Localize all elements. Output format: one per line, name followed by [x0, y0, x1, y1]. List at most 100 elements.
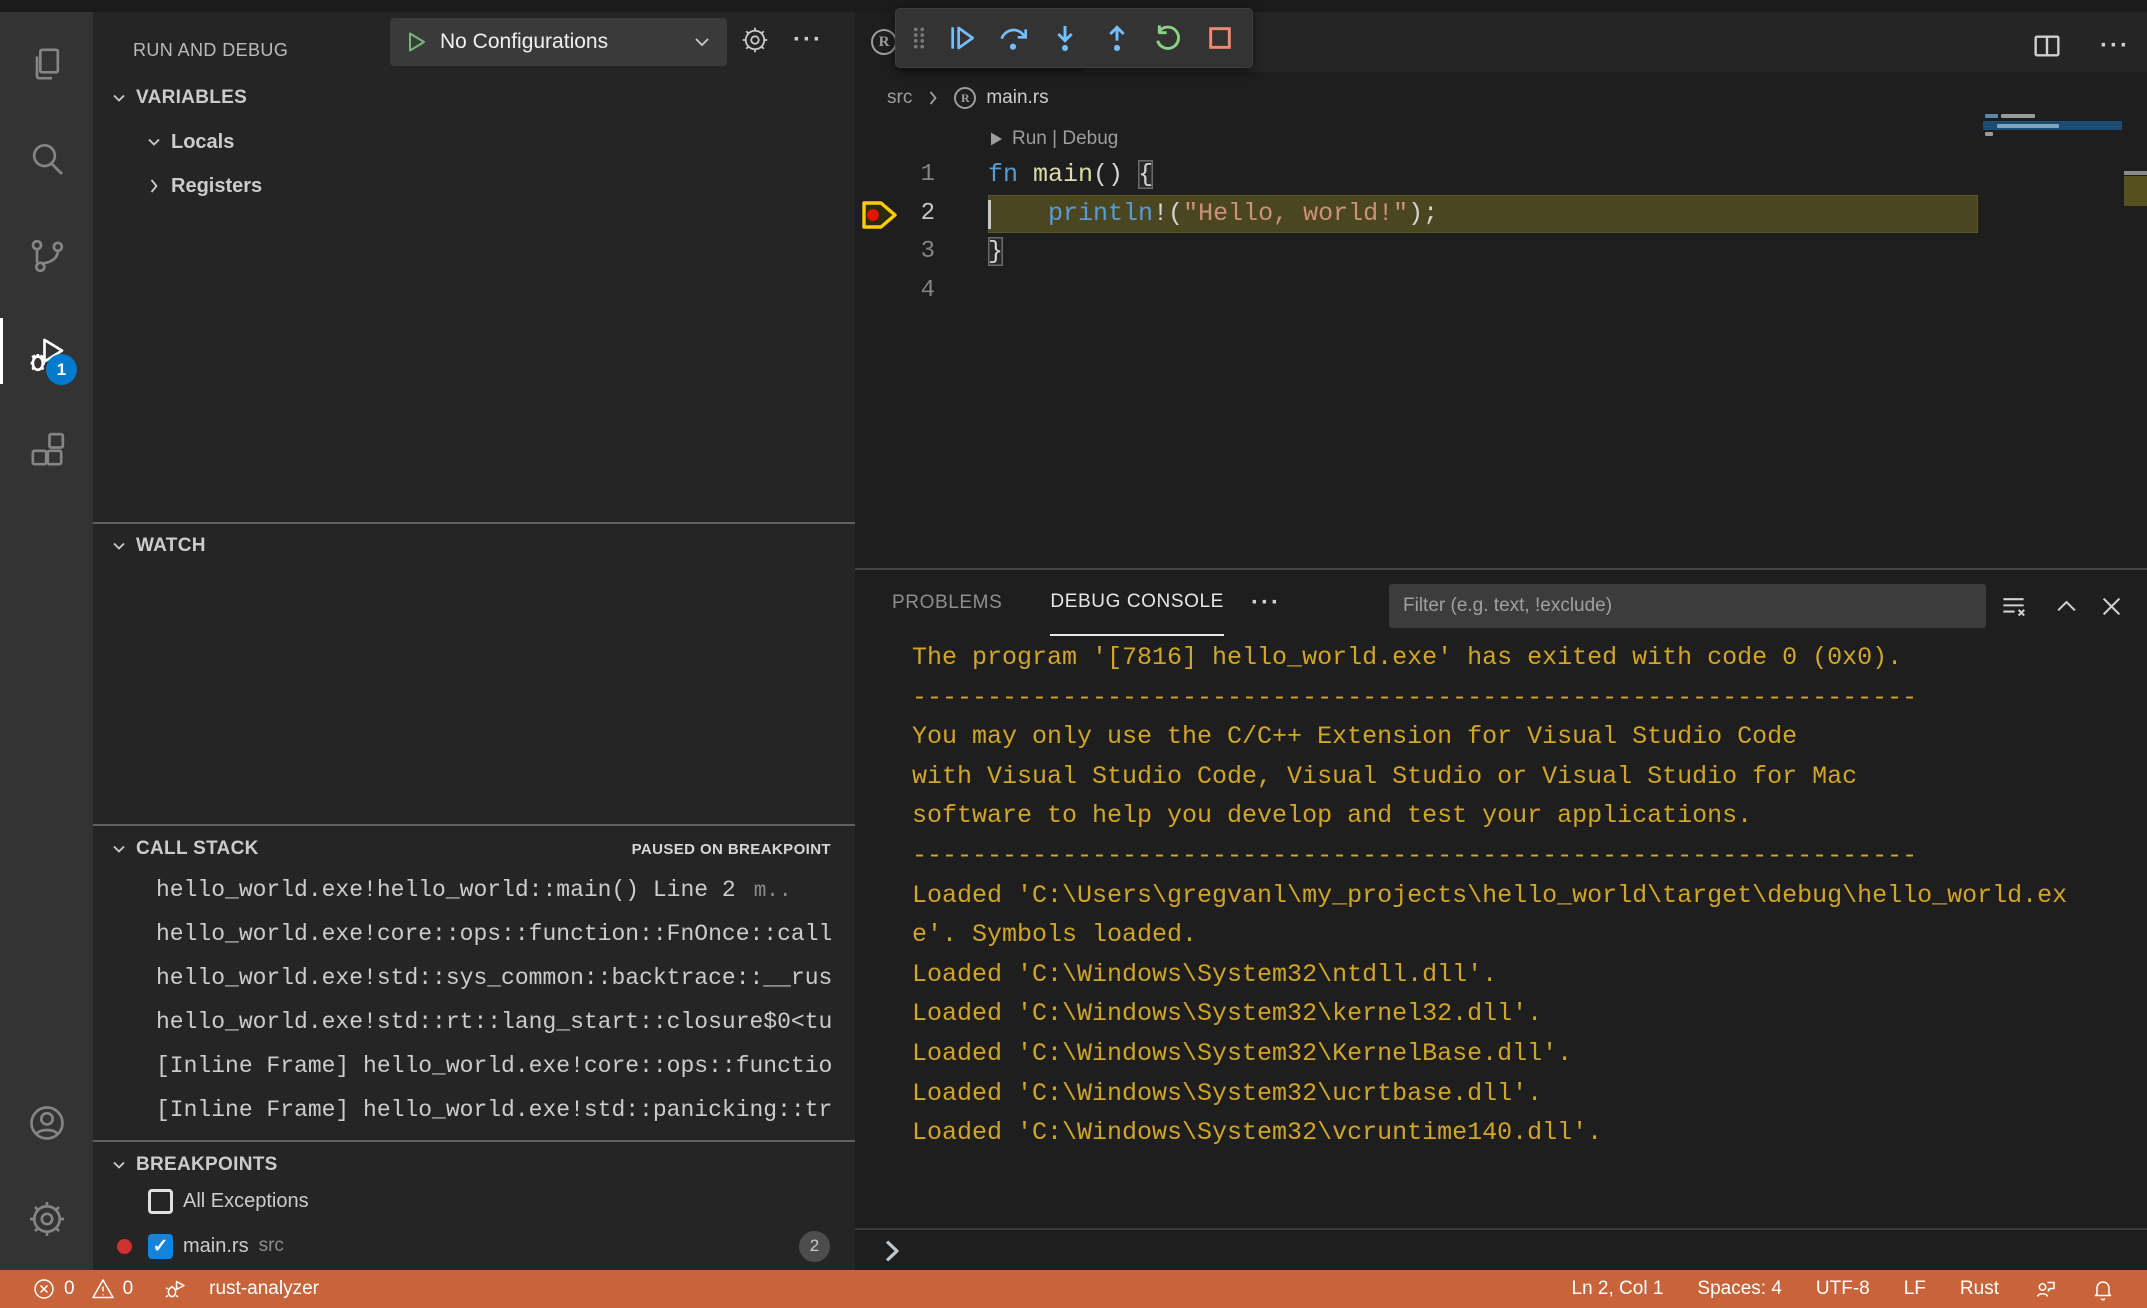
console-filter-input[interactable]: [1389, 584, 1986, 628]
line-number: 3: [855, 233, 941, 272]
paused-on-breakpoint-badge: PAUSED ON BREAKPOINT: [632, 841, 831, 858]
breakpoint-current-line-icon[interactable]: [859, 198, 901, 232]
chevron-down-icon: [108, 87, 130, 109]
debug-toolbar[interactable]: [895, 8, 1253, 68]
panel-tabs: PROBLEMS DEBUG CONSOLE: [892, 570, 1224, 636]
step-out-icon[interactable]: [1095, 14, 1139, 62]
section-divider[interactable]: [93, 824, 855, 826]
bottom-panel: PROBLEMS DEBUG CONSOLE ··· The program '…: [855, 568, 2147, 1270]
console-output-line: Loaded 'C:\Windows\System32\KernelBase.d…: [912, 1034, 2112, 1074]
code-line[interactable]: println!("Hello, world!");: [988, 195, 1978, 234]
notifications-bell-icon[interactable]: [2081, 1270, 2125, 1308]
console-output-line: Loaded 'C:\Users\gregvanl\my_projects\he…: [912, 876, 2112, 916]
editor-group: R: [855, 12, 2147, 568]
continue-icon[interactable]: [940, 14, 984, 62]
chevron-right-icon: [143, 175, 165, 197]
breadcrumb-folder[interactable]: src: [887, 87, 912, 109]
repl-divider: [855, 1228, 2147, 1230]
variables-section-header[interactable]: VARIABLES: [93, 76, 855, 120]
cursor-position-status[interactable]: Ln 2, Col 1: [1562, 1270, 1674, 1308]
watch-section-header[interactable]: WATCH: [93, 524, 855, 568]
maximize-panel-icon[interactable]: [2048, 588, 2084, 624]
encoding-status[interactable]: UTF-8: [1806, 1270, 1880, 1308]
breakpoint-all-exceptions-row[interactable]: All Exceptions: [93, 1179, 855, 1223]
minimap[interactable]: [1983, 100, 2122, 250]
breakpoint-dot-icon: [117, 1239, 132, 1254]
console-output-line: software to help you develop and test yo…: [912, 796, 2112, 836]
language-mode-status[interactable]: Rust: [1950, 1270, 2009, 1308]
run-debug-code-lens[interactable]: Run | Debug: [988, 124, 1118, 154]
rust-analyzer-status[interactable]: rust-analyzer: [153, 1270, 329, 1308]
step-over-icon[interactable]: [991, 14, 1035, 62]
source-control-icon[interactable]: [0, 220, 93, 292]
play-icon: [988, 131, 1004, 147]
variables-locals-item[interactable]: Locals: [93, 120, 855, 164]
mainrs-breakpoint-checkbox[interactable]: ✓: [148, 1234, 173, 1259]
chevron-down-icon: [691, 31, 713, 53]
chevron-down-icon: [108, 1154, 130, 1176]
breadcrumb[interactable]: src R main.rs: [887, 82, 1049, 114]
toolbar-drag-grip[interactable]: [906, 14, 932, 62]
breakpoint-mainrs-row[interactable]: ✓ main.rs src 2: [93, 1224, 855, 1268]
clear-console-icon[interactable]: [1995, 588, 2031, 624]
eol-status[interactable]: LF: [1894, 1270, 1936, 1308]
breadcrumb-file[interactable]: main.rs: [986, 87, 1048, 109]
debug-badge: 1: [46, 354, 77, 385]
code-line[interactable]: [988, 272, 1978, 311]
variables-registers-item[interactable]: Registers: [93, 164, 855, 208]
text-cursor: [988, 200, 991, 229]
stack-frame[interactable]: hello_world.exe!hello_world::main() Line…: [93, 868, 855, 912]
stack-frame[interactable]: [Inline Frame] hello_world.exe!core::ops…: [93, 1044, 855, 1088]
line-number: 4: [855, 272, 941, 311]
run-and-debug-sidebar: RUN AND DEBUG No Configurations ··· VARI…: [93, 12, 855, 1270]
editor-gutter[interactable]: 1234: [855, 156, 941, 310]
account-icon[interactable]: [0, 1087, 93, 1159]
split-editor-icon[interactable]: [2025, 22, 2069, 70]
status-bar: 0 0 rust-analyzer Ln 2, Col 1 Spaces: 4 …: [0, 1270, 2147, 1308]
config-select-label: No Configurations: [440, 30, 679, 54]
panel-more-tabs-icon[interactable]: ···: [1251, 570, 1281, 636]
section-divider[interactable]: [93, 1140, 855, 1142]
feedback-icon[interactable]: [2023, 1270, 2067, 1308]
code-area[interactable]: fn main() { println!("Hello, world!");}: [988, 156, 1978, 310]
run-and-debug-icon[interactable]: [0, 318, 93, 390]
chevron-right-icon: [922, 87, 944, 109]
console-output-line: Loaded 'C:\Windows\System32\ucrtbase.dll…: [912, 1074, 2112, 1114]
debug-configuration-select[interactable]: No Configurations: [390, 18, 727, 66]
step-into-icon[interactable]: [1043, 14, 1087, 62]
console-output-line: Loaded 'C:\Windows\System32\kernel32.dll…: [912, 994, 2112, 1034]
settings-gear-icon[interactable]: [0, 1183, 93, 1255]
stop-icon[interactable]: [1198, 14, 1242, 62]
activity-bar: 1: [0, 12, 93, 1270]
views-more-actions-icon[interactable]: ···: [790, 22, 826, 58]
start-debug-icon: [404, 30, 428, 54]
search-icon[interactable]: [0, 123, 93, 195]
code-line[interactable]: }: [988, 233, 1978, 272]
explorer-icon[interactable]: [0, 28, 93, 100]
rust-file-icon: R: [954, 87, 976, 109]
extensions-icon[interactable]: [0, 414, 93, 486]
all-exceptions-checkbox[interactable]: [148, 1189, 173, 1214]
code-line[interactable]: fn main() {: [988, 156, 1978, 195]
stack-frame[interactable]: hello_world.exe!std::rt::lang_start::clo…: [93, 1000, 855, 1044]
problems-status[interactable]: 0 0: [22, 1270, 143, 1308]
stack-frame[interactable]: [Inline Frame] hello_world.exe!std::pani…: [93, 1088, 855, 1132]
rust-file-icon: R: [871, 29, 897, 55]
console-output-line: Loaded 'C:\Windows\System32\ntdll.dll'.: [912, 955, 2112, 995]
indentation-status[interactable]: Spaces: 4: [1687, 1270, 1792, 1308]
close-panel-icon[interactable]: [2093, 588, 2129, 624]
stack-frame[interactable]: hello_world.exe!core::ops::function::FnO…: [93, 912, 855, 956]
stack-frame[interactable]: hello_world.exe!std::sys_common::backtra…: [93, 956, 855, 1000]
debug-settings-gear-icon[interactable]: [737, 22, 773, 58]
console-output-line: e'. Symbols loaded.: [912, 915, 2112, 955]
console-output[interactable]: The program '[7816] hello_world.exe' has…: [912, 638, 2112, 1153]
call-stack-section-header[interactable]: CALL STACK PAUSED ON BREAKPOINT: [93, 827, 855, 871]
restart-icon[interactable]: [1146, 14, 1190, 62]
tab-debug-console[interactable]: DEBUG CONSOLE: [1050, 570, 1224, 636]
breakpoint-count-badge: 2: [799, 1231, 830, 1262]
repl-prompt-chevron-icon[interactable]: [877, 1236, 907, 1266]
tab-problems[interactable]: PROBLEMS: [892, 570, 1002, 636]
overview-ruler: [2124, 12, 2147, 568]
ruler-cursor-mark: [2124, 171, 2147, 175]
console-output-line: ----------------------------------------…: [912, 836, 2112, 876]
